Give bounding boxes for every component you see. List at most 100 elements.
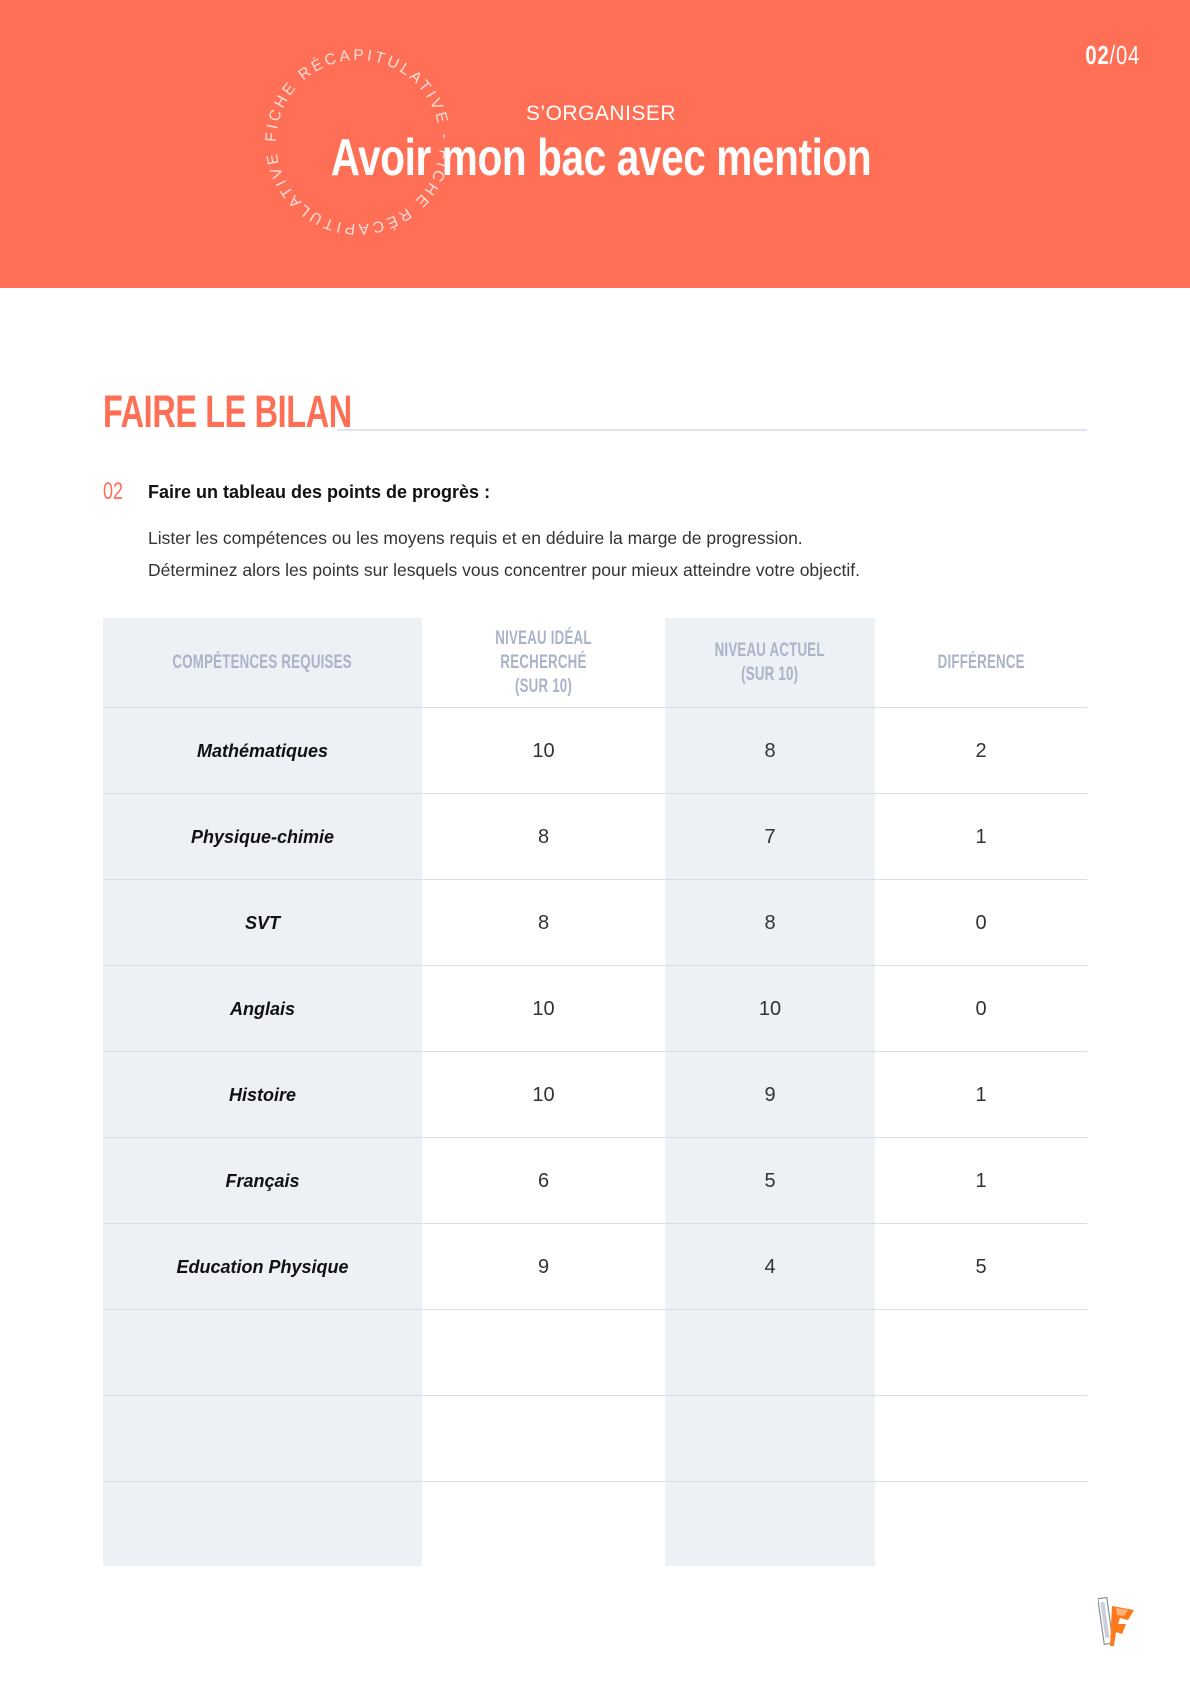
cell-niveau-actuel: 8: [665, 880, 875, 966]
cell-difference-value: 2: [975, 739, 987, 762]
cell-niveau-ideal: [422, 1482, 665, 1568]
header-banner: 02/04 FICHE RÉCAPITULATIVE - FICHE RÉCAP…: [0, 0, 1190, 288]
cell-niveau-ideal-value: 8: [537, 825, 550, 848]
cell-competence: Mathématiques: [103, 708, 422, 794]
header-kicker: S’ORGANISER: [525, 102, 677, 125]
header-niveau-actuel: NIVEAU ACTUEL (SUR 10): [665, 618, 875, 708]
cell-difference: 5: [875, 1224, 1087, 1310]
cell-competence-value: Français: [225, 1170, 300, 1191]
cell-niveau-ideal: 6: [422, 1138, 665, 1224]
table-row: [103, 1396, 1087, 1482]
cell-niveau-actuel: [665, 1310, 875, 1396]
step-description: Lister les compétences ou les moyens req…: [148, 522, 860, 586]
cell-niveau-actuel: 8: [665, 708, 875, 794]
cell-competence: Français: [103, 1138, 422, 1224]
header-niveau-ideal: NIVEAU IDÉAL RECHERCHÉ (SUR 10): [422, 618, 665, 708]
table-row: SVT 8 8 0: [103, 880, 1087, 966]
cell-niveau-actuel: 7: [665, 794, 875, 880]
cell-niveau-ideal: [422, 1396, 665, 1482]
cell-difference: [875, 1482, 1087, 1568]
cell-competence-value: Physique-chimie: [190, 826, 335, 847]
cell-niveau-ideal: 10: [422, 708, 665, 794]
cell-niveau-ideal: 10: [422, 1052, 665, 1138]
step-description-line-1: Lister les compétences ou les moyens req…: [148, 528, 803, 548]
cell-niveau-ideal-value: 9: [537, 1255, 550, 1278]
cell-competence: Anglais: [103, 966, 422, 1052]
cell-competence-value: Education Physique: [176, 1256, 349, 1277]
table-row: Education Physique 9 4 5: [103, 1224, 1087, 1310]
cell-niveau-actuel-value: 8: [764, 911, 776, 934]
table-row: Histoire 10 9 1: [103, 1052, 1087, 1138]
cell-niveau-actuel: 9: [665, 1052, 875, 1138]
cell-niveau-ideal: 9: [422, 1224, 665, 1310]
cell-niveau-ideal-value: 10: [532, 739, 555, 762]
cell-niveau-actuel-value: 9: [764, 1083, 776, 1106]
cell-niveau-ideal-value: 10: [532, 997, 555, 1020]
table-header: COMPÉTENCES REQUISES NIVEAU IDÉAL RECHER…: [103, 618, 1087, 708]
cell-competence: Education Physique: [103, 1224, 422, 1310]
cell-competence: Histoire: [103, 1052, 422, 1138]
page-total: 04: [1115, 40, 1140, 70]
cell-difference: [875, 1310, 1087, 1396]
cell-niveau-actuel-value: 7: [764, 825, 776, 848]
cell-difference-value: 1: [975, 1169, 987, 1192]
cell-difference: 0: [875, 880, 1087, 966]
header-niveau-actuel-label: NIVEAU ACTUEL (SUR 10): [714, 640, 826, 685]
cell-competence-value: Histoire: [228, 1084, 297, 1105]
cell-difference-value: 1: [975, 825, 987, 848]
step-description-line-2: Déterminez alors les points sur lesquels…: [148, 560, 861, 580]
cell-niveau-actuel-value: 5: [764, 1169, 776, 1192]
cell-niveau-actuel: [665, 1482, 875, 1568]
table-row: Mathématiques 10 8 2: [103, 708, 1087, 794]
cell-niveau-actuel: 5: [665, 1138, 875, 1224]
cell-difference: 1: [875, 794, 1087, 880]
page-number: 02/04: [1085, 40, 1140, 71]
cell-difference: 2: [875, 708, 1087, 794]
cell-difference: 0: [875, 966, 1087, 1052]
cell-difference-value: 0: [975, 997, 987, 1020]
table-row: Français 6 5 1: [103, 1138, 1087, 1224]
table-row: [103, 1482, 1087, 1568]
cell-competence: [103, 1396, 422, 1482]
cell-niveau-actuel: 4: [665, 1224, 875, 1310]
cell-difference-value: 0: [975, 911, 987, 934]
table-row: [103, 1310, 1087, 1396]
cell-competence: [103, 1482, 422, 1568]
header-competences-label: COMPÉTENCES REQUISES: [172, 652, 353, 673]
header-niveau-ideal-label: NIVEAU IDÉAL RECHERCHÉ (SUR 10): [495, 628, 592, 697]
page-current: 02: [1085, 40, 1110, 70]
cell-niveau-actuel-value: 4: [764, 1255, 776, 1278]
cell-niveau-actuel: 10: [665, 966, 875, 1052]
step-number: 02: [103, 478, 124, 505]
cell-difference: [875, 1396, 1087, 1482]
cell-niveau-actuel: [665, 1396, 875, 1482]
cell-difference: 1: [875, 1052, 1087, 1138]
cell-competence: Physique-chimie: [103, 794, 422, 880]
cell-niveau-ideal-value: 10: [532, 1083, 555, 1106]
cell-niveau-ideal-value: 6: [537, 1169, 550, 1192]
cell-niveau-ideal: 10: [422, 966, 665, 1052]
section-title: FAIRE LE BILAN: [103, 386, 352, 437]
header-competences: COMPÉTENCES REQUISES: [103, 618, 422, 708]
cell-competence-value: Mathématiques: [196, 740, 329, 761]
cell-niveau-ideal: [422, 1310, 665, 1396]
table-row: Physique-chimie 8 7 1: [103, 794, 1087, 880]
cell-difference-value: 1: [975, 1083, 987, 1106]
cell-niveau-actuel-value: 10: [758, 997, 782, 1020]
cell-niveau-ideal-value: 8: [537, 911, 550, 934]
step-title: Faire un tableau des points de progrès :: [148, 482, 491, 502]
cell-difference-value: 5: [975, 1255, 987, 1278]
progress-table: COMPÉTENCES REQUISES NIVEAU IDÉAL RECHER…: [103, 618, 1087, 1566]
cell-niveau-ideal: 8: [422, 880, 665, 966]
cell-competence: [103, 1310, 422, 1396]
cell-competence: SVT: [103, 880, 422, 966]
header-difference-label: DIFFÉRENCE: [937, 652, 1025, 673]
cell-niveau-actuel-value: 8: [764, 739, 776, 762]
cell-competence-value: SVT: [244, 912, 280, 933]
cell-competence-value: Anglais: [229, 998, 295, 1019]
cell-niveau-ideal: 8: [422, 794, 665, 880]
brand-logo-icon: [1098, 1596, 1134, 1646]
page-title: Avoir mon bac avec mention: [330, 129, 872, 187]
table-row: Anglais 10 10 0: [103, 966, 1087, 1052]
section-divider: [337, 429, 1087, 431]
